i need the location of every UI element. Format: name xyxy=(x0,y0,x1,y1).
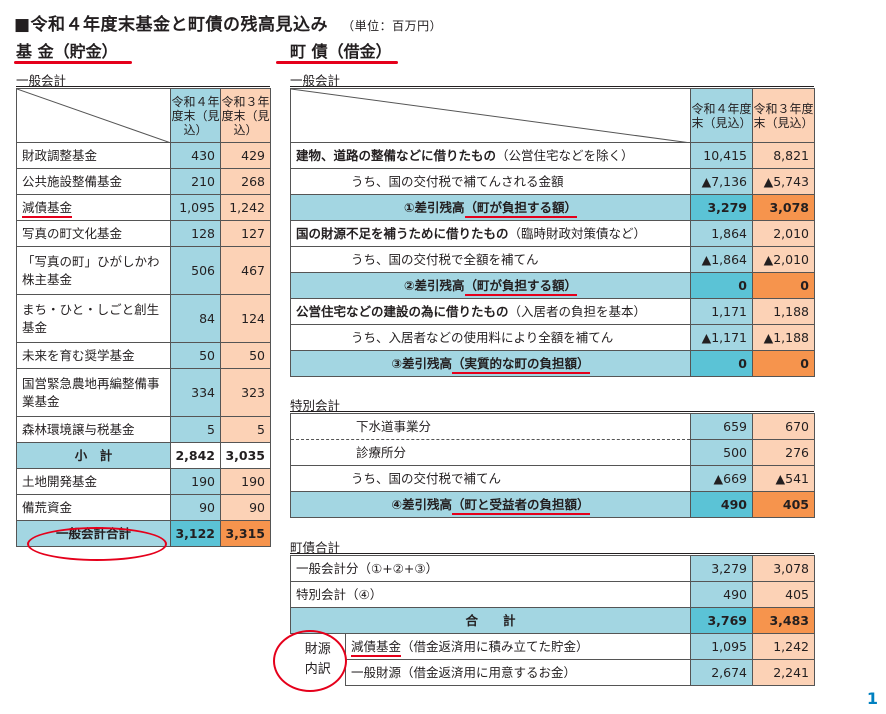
fund-section-line xyxy=(16,86,270,87)
debt-total-table: 一般会計分（①+②+③） 3,279 3,078 特別会計（④） 490 405 合 計… xyxy=(289,555,816,686)
fund-table: 令和４年度末（見込） 令和３年度末（見込） 財政調整基金 430 429 公共施設整… xyxy=(16,88,271,547)
table-row: 特別会計（④） 490 405 xyxy=(289,581,816,608)
fund-col-r4: 令和４年度末（見込） xyxy=(170,88,221,143)
table-row: うち、入居者などの使用料により全額を補てん ▲1,171 ▲1,188 xyxy=(290,324,815,351)
debt-balance-row: ②差引残高（町が負担する額） 0 0 xyxy=(290,272,815,299)
debt-special-section-line xyxy=(290,411,814,412)
diagonal-line-icon xyxy=(291,89,684,142)
reduction-fund-label: 減債基金 xyxy=(22,200,73,218)
fund-heading-underline xyxy=(14,61,132,64)
table-row: 土地開発基金 190 190 xyxy=(16,468,271,495)
fund-subtotal-row: 小 計 2,842 3,035 xyxy=(16,442,271,469)
fund-heading: 基 金（貯金） xyxy=(16,42,118,61)
diagonal-line-icon xyxy=(17,89,169,142)
debt-balance-row: ④差引残高（町と受益者の負担額） 490 405 xyxy=(290,491,815,518)
table-row: 国の財源不足を補うために借りたもの（臨時財政対策債など） 1,864 2,010 xyxy=(290,220,815,247)
debt-balance-row: ①差引残高（町が負担する額） 3,279 3,078 xyxy=(290,194,815,221)
table-row: 建物、道路の整備などに借りたもの（公営住宅などを除く） 10,415 8,821 xyxy=(290,142,815,169)
debt-sum-row: 合 計 3,769 3,483 xyxy=(289,607,816,634)
fund-header-diagonal xyxy=(16,88,171,143)
funding-breakdown-red-circle xyxy=(273,630,347,692)
table-row: 減債基金 1,095 1,242 xyxy=(16,194,271,221)
table-row: 公共施設整備基金 210 268 xyxy=(16,168,271,195)
fund-table-header: 令和４年度末（見込） 令和３年度末（見込） xyxy=(16,88,271,143)
debt-table-header: 令和４年度末（見込） 令和３年度末（見込） xyxy=(290,88,815,143)
table-row: 未来を育む奨学基金 50 50 xyxy=(16,342,271,369)
debt-heading: 町 債（借金） xyxy=(290,42,392,61)
table-row: 財政調整基金 430 429 xyxy=(16,142,271,169)
debt-special-table: 下水道事業分 659 670 診療所分 500 276 うち、国の交付税で補てん ▲669… xyxy=(290,413,815,518)
fund-col-r3: 令和３年度末（見込） xyxy=(220,88,271,143)
table-row: 財源内訳 減債基金（借金返済用に積み立てた貯金） 1,095 1,242 xyxy=(291,633,816,677)
page-title-text: ■令和４年度末基金と町債の残高見込み xyxy=(14,15,329,35)
debt-general-table: 令和４年度末（見込） 令和３年度末（見込） 建物、道路の整備などに借りたもの（公… xyxy=(290,88,815,377)
debt-header-diagonal xyxy=(290,88,691,143)
table-row: 森林環境譲与税基金 5 5 xyxy=(16,416,271,443)
table-row: 一般会計分（①+②+③） 3,279 3,078 xyxy=(289,555,816,582)
page-title: ■令和４年度末基金と町債の残高見込み （単位：百万円） xyxy=(14,10,442,35)
table-row: 国営緊急農地再編整備事業基金 334 323 xyxy=(16,368,271,417)
table-row: 備荒資金 90 90 xyxy=(16,494,271,521)
debt-heading-underline xyxy=(276,61,398,64)
table-row: うち、国の交付税で補てんされる金額 ▲7,136 ▲5,743 xyxy=(290,168,815,195)
table-row: うち、国の交付税で補てん ▲669 ▲541 xyxy=(290,465,815,492)
page-number: 1 xyxy=(866,689,878,708)
debt-total-section-line xyxy=(290,553,814,554)
table-row: 下水道事業分 659 670 xyxy=(290,413,815,440)
debt-balance-row: ③差引残高（実質的な町の負担額） 0 0 xyxy=(290,350,815,377)
debt-col-r3: 令和３年度末（見込） xyxy=(752,88,815,143)
table-row: 公営住宅などの建設の為に借りたもの（入居者の負担を基本） 1,171 1,188 xyxy=(290,298,815,325)
debt-col-r4: 令和４年度末（見込） xyxy=(690,88,753,143)
fund-total-red-circle xyxy=(27,527,167,561)
debt-general-section-line xyxy=(290,86,814,87)
table-row: うち、国の交付税で全額を補てん ▲1,864 ▲2,010 xyxy=(290,246,815,273)
table-row: 診療所分 500 276 xyxy=(290,439,815,466)
table-row: 一般財源（借金返済用に用意するお金） 2,674 2,241 xyxy=(291,659,816,686)
table-row: まち・ひと・しごと創生基金 84 124 xyxy=(16,294,271,343)
unit-label: （単位：百万円） xyxy=(342,19,443,33)
table-row: 「写真の町」ひがしかわ株主基金 506 467 xyxy=(16,246,271,295)
table-row: 写真の町文化基金 128 127 xyxy=(16,220,271,247)
